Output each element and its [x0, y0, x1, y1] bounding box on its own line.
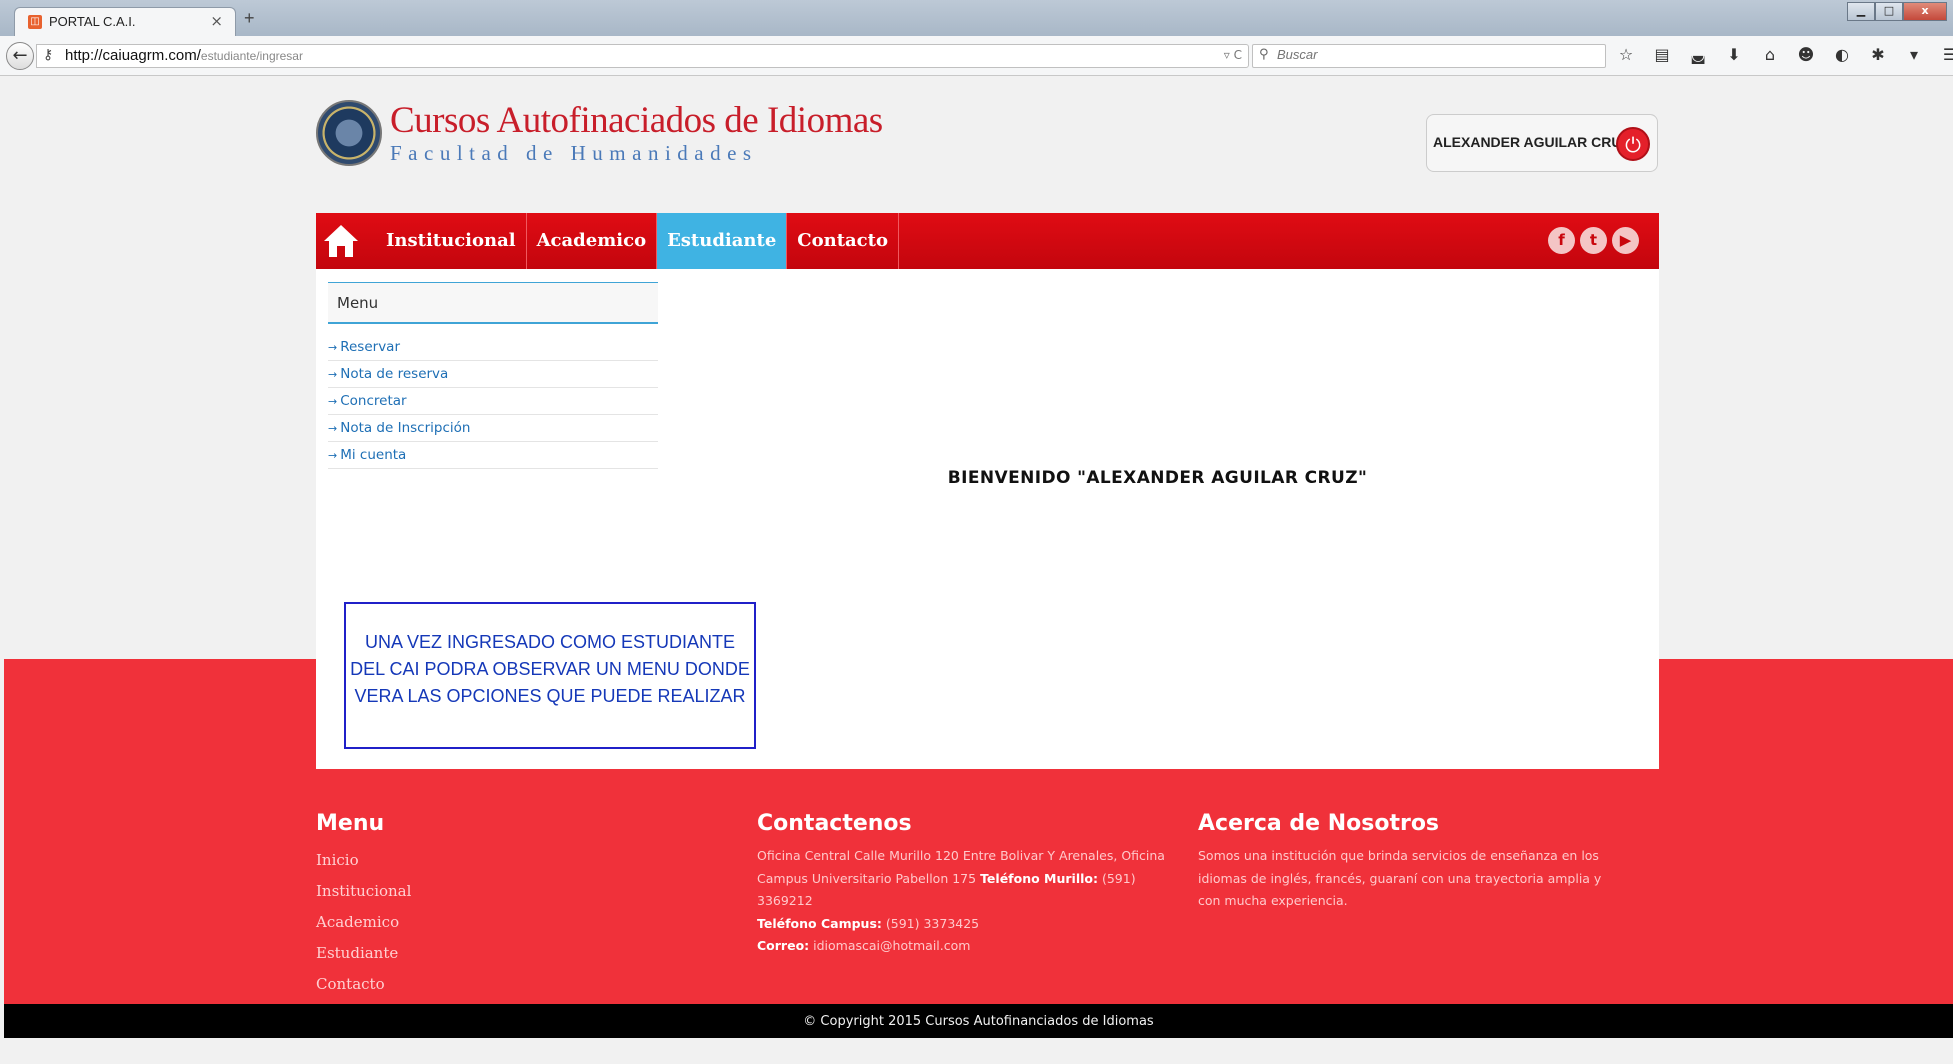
menu-title: Menu [328, 282, 658, 324]
search-bar[interactable]: ⚲ [1252, 44, 1606, 68]
window-controls: ▁ □ x [1847, 2, 1947, 21]
welcome-message: BIENVENIDO "ALEXANDER AGUILAR CRUZ" [947, 468, 1368, 488]
social-links: f t ▶ [1548, 227, 1639, 254]
footer-contact-text: Oficina Central Calle Murillo 120 Entre … [757, 845, 1177, 958]
search-input[interactable] [1277, 47, 1597, 62]
favicon-icon: ◫ [28, 15, 42, 29]
copyright-bar: © Copyright 2015 Cursos Autofinanciados … [4, 1004, 1953, 1038]
menu-item-label: Mi cuenta [340, 447, 407, 463]
page-container: Cursos Autofinaciados de Idiomas Faculta… [316, 77, 1659, 769]
download-icon[interactable]: ⬇ [1722, 45, 1746, 64]
home-icon[interactable] [322, 222, 360, 260]
arrow-right-icon: → [328, 341, 338, 354]
nav-divider [897, 213, 899, 269]
url-bar[interactable]: ⚷ http://caiuagrm.com/estudiante/ingresa… [36, 44, 1249, 68]
url-host: http://caiuagrm.com/ [65, 47, 201, 64]
minimize-button[interactable]: ▁ [1847, 2, 1875, 21]
student-menu: Menu → Reservar → Nota de reserva → Concret… [328, 282, 658, 469]
addon-icon[interactable]: ✱ [1866, 45, 1890, 64]
email-label: Correo: [757, 938, 810, 953]
back-button[interactable]: ← [6, 42, 34, 70]
nav-items: Institucional Academico Estudiante Conta… [376, 213, 899, 269]
footer-link-inicio[interactable]: Inicio [316, 845, 736, 876]
dropdown-icon[interactable]: ▾ [1902, 45, 1926, 64]
annotation-note: UNA VEZ INGRESADO COMO ESTUDIANTE DEL CA… [344, 602, 756, 749]
menu-item-nota-reserva[interactable]: → Nota de reserva [328, 361, 658, 388]
home-icon[interactable]: ⌂ [1758, 45, 1782, 64]
menu-item-label: Reservar [340, 339, 400, 355]
extension-icon[interactable]: ◐ [1830, 45, 1854, 64]
footer-about-title: Acerca de Nosotros [1198, 811, 1440, 836]
twitter-icon[interactable]: t [1580, 227, 1607, 254]
browser-navbar: ← ⚷ http://caiuagrm.com/estudiante/ingre… [0, 36, 1953, 76]
arrow-right-icon: → [328, 368, 338, 381]
reading-list-icon[interactable]: ▤ [1650, 45, 1674, 64]
nav-estudiante[interactable]: Estudiante [657, 213, 787, 269]
footer-link-estudiante[interactable]: Estudiante [316, 938, 736, 969]
youtube-icon[interactable]: ▶ [1612, 227, 1639, 254]
footer-contact-title: Contactenos [757, 811, 912, 836]
menu-item-concretar[interactable]: → Concretar [328, 388, 658, 415]
footer-contact: Contactenos Oficina Central Calle Murill… [757, 811, 1177, 958]
phone-murillo-label: Teléfono Murillo: [980, 870, 1098, 886]
menu-item-mi-cuenta[interactable]: → Mi cuenta [328, 442, 658, 469]
nav-academico[interactable]: Academico [527, 213, 656, 269]
footer-link-institucional[interactable]: Institucional [316, 876, 736, 907]
url-path: estudiante/ingresar [200, 49, 303, 63]
menu-item-label: Concretar [340, 393, 407, 409]
menu-item-nota-inscripcion[interactable]: → Nota de Inscripción [328, 415, 658, 442]
logo-text: Cursos Autofinaciados de Idiomas Faculta… [390, 100, 883, 166]
university-seal-icon [316, 100, 382, 166]
menu-item-reservar[interactable]: → Reservar [328, 334, 658, 361]
maximize-button[interactable]: □ [1875, 2, 1903, 21]
main-content: Menu → Reservar → Nota de reserva → Concret… [316, 269, 1659, 769]
footer-link-contacto[interactable]: Contacto [316, 969, 736, 1000]
menu-item-label: Nota de Inscripción [340, 420, 471, 436]
site-identity-icon[interactable]: ⚷ [43, 47, 53, 63]
logout-power-icon[interactable]: ⏻ [1616, 127, 1650, 161]
nav-contacto[interactable]: Contacto [787, 213, 898, 269]
footer-about-text: Somos una institución que brinda servici… [1198, 848, 1602, 908]
footer-about: Acerca de Nosotros Somos una institución… [1198, 811, 1618, 913]
footer-menu: Menu Inicio Institucional Academico Estu… [316, 811, 736, 1000]
pocket-icon[interactable]: ◛ [1686, 45, 1710, 64]
reload-icon[interactable]: ▿ C [1224, 48, 1242, 62]
logo-subtitle: Facultad de Humanidades [390, 141, 758, 165]
site-logo[interactable]: Cursos Autofinaciados de Idiomas Faculta… [316, 100, 883, 166]
hamburger-menu-icon[interactable]: ☰ [1938, 45, 1953, 64]
chat-icon[interactable]: ☻ [1794, 45, 1818, 64]
main-nav: Institucional Academico Estudiante Conta… [316, 213, 1659, 269]
nav-institucional[interactable]: Institucional [376, 213, 526, 269]
arrow-right-icon: → [328, 395, 338, 408]
contact-email[interactable]: idiomascai@hotmail.com [813, 938, 970, 953]
logo-title: Cursos Autofinaciados de Idiomas [390, 100, 883, 141]
menu-item-label: Nota de reserva [340, 366, 449, 382]
search-icon: ⚲ [1259, 47, 1269, 62]
browser-toolbar: ☆ ▤ ◛ ⬇ ⌂ ☻ ◐ ✱ ▾ ☰ [1614, 45, 1953, 64]
user-box: ALEXANDER AGUILAR CRUZ ⏻ [1426, 114, 1658, 172]
footer-link-academico[interactable]: Academico [316, 907, 736, 938]
phone-campus-label: Teléfono Campus: [757, 915, 882, 931]
facebook-icon[interactable]: f [1548, 227, 1575, 254]
arrow-right-icon: → [328, 449, 338, 462]
web-page: Cursos Autofinaciados de Idiomas Faculta… [4, 77, 1953, 1064]
url-text[interactable]: http://caiuagrm.com/estudiante/ingresar [65, 47, 303, 64]
footer-menu-title: Menu [316, 811, 385, 836]
tab-close-icon[interactable]: × [210, 12, 223, 30]
phone-campus: (591) 3373425 [885, 915, 980, 931]
menu-list: → Reservar → Nota de reserva → Concretar → N… [328, 334, 658, 469]
browser-tab[interactable]: ◫ PORTAL C.A.I. × [14, 7, 236, 36]
close-window-button[interactable]: x [1903, 2, 1947, 21]
new-tab-button[interactable]: + [244, 8, 255, 29]
browser-titlebar: ◫ PORTAL C.A.I. × + ▁ □ x [0, 0, 1953, 36]
arrow-right-icon: → [328, 422, 338, 435]
tab-title: PORTAL C.A.I. [49, 14, 136, 29]
user-name: ALEXANDER AGUILAR CRUZ [1433, 134, 1631, 150]
bookmark-star-icon[interactable]: ☆ [1614, 45, 1638, 64]
